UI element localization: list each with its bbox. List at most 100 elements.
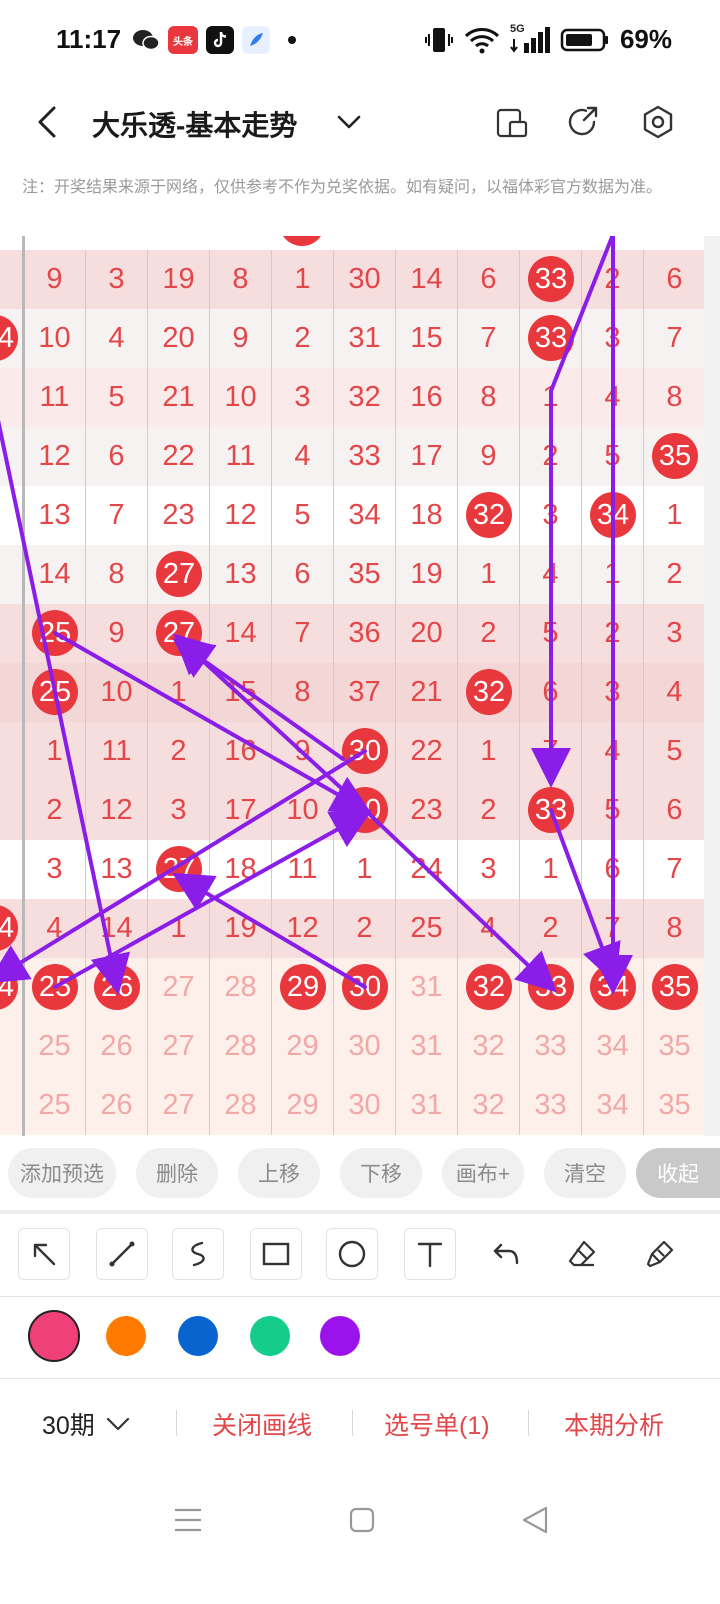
chart-cell[interactable]: 6 [644,781,704,840]
back-button[interactable] [30,102,66,142]
chart-cell[interactable]: 31 [396,1076,458,1135]
chart-cell[interactable]: 11 [86,722,148,781]
move-up-button[interactable]: 上移 [238,1148,320,1198]
chart-cell[interactable]: 5 [582,781,644,840]
number-ball[interactable]: 26 [94,964,140,1010]
chart-cell[interactable]: 5 [582,427,644,486]
chart-cell[interactable]: 1 [520,368,582,427]
number-ball[interactable]: 25 [32,610,78,656]
title-dropdown-button[interactable] [334,110,364,134]
chart-cell[interactable]: 17 [210,781,272,840]
share-button[interactable] [564,104,600,140]
chart-cell[interactable]: 1 [24,722,86,781]
collapse-button[interactable]: 收起 [636,1148,720,1198]
undo-button[interactable] [480,1228,532,1280]
chart-cell[interactable]: 7 [644,840,704,899]
chart-cell[interactable]: 1 [520,840,582,899]
chart-cell[interactable]: 3 [148,781,210,840]
chart-cell[interactable]: 14 [24,545,86,604]
chart-cell[interactable]: 25 [24,604,86,663]
number-ball[interactable]: 30 [342,728,388,774]
chart-cell[interactable]: 30 [334,958,396,1017]
canvas-add-button[interactable]: 画布+ [442,1148,524,1198]
number-ball[interactable]: 33 [528,256,574,302]
chart-cell[interactable]: 18 [210,840,272,899]
chart-cell[interactable]: 2 [582,250,644,309]
number-ball[interactable]: 34 [590,964,636,1010]
chart-cell[interactable]: 2 [272,309,334,368]
chart-cell[interactable]: 11 [272,840,334,899]
chart-cell[interactable]: 20 [396,604,458,663]
landscape-toggle-button[interactable] [494,104,530,140]
chart-cell[interactable]: 1 [148,899,210,958]
chart-cell[interactable]: 8 [86,545,148,604]
chart-cell[interactable]: 5 [86,368,148,427]
chart-cell[interactable]: 32 [458,486,520,545]
chart-cell[interactable]: 25 [24,663,86,722]
number-ball[interactable]: 25 [32,669,78,715]
chart-cell[interactable]: 4 [582,368,644,427]
chart-cell[interactable]: 33 [520,250,582,309]
chart-cell[interactable]: 27 [148,840,210,899]
chart-cell[interactable]: 2 [458,604,520,663]
chart-cell[interactable]: 7 [644,309,704,368]
chart-cell[interactable]: 1 [458,722,520,781]
chart-cell[interactable]: 5 [644,722,704,781]
chart-cell[interactable]: 32 [458,1076,520,1135]
chart-cell[interactable]: 15 [396,309,458,368]
eraser-button[interactable] [556,1228,608,1280]
number-ball[interactable]: 35 [652,433,698,479]
chart-cell[interactable]: 34 [582,486,644,545]
chart-cell[interactable]: 25 [24,1076,86,1135]
chart-cell[interactable]: 9 [272,722,334,781]
chart-cell[interactable]: 26 [86,1076,148,1135]
chart-cell[interactable]: 14 [210,604,272,663]
chart-cell[interactable]: 6 [272,545,334,604]
chart-cell[interactable]: 8 [644,899,704,958]
chart-cell[interactable]: 36 [334,604,396,663]
chart-cell[interactable]: 28 [210,1076,272,1135]
chart-cell[interactable]: 33 [520,1017,582,1076]
chart-cell[interactable]: 27 [148,958,210,1017]
chart-cell[interactable]: 6 [520,663,582,722]
chart-cell[interactable]: 4 [272,427,334,486]
chart-cell[interactable]: 32 [458,1017,520,1076]
chart-cell[interactable]: 7 [86,486,148,545]
chart-cell[interactable]: 3 [520,486,582,545]
chart-cell[interactable]: 13 [86,840,148,899]
chart-cell[interactable]: 4 [24,899,86,958]
number-ball[interactable]: 35 [652,964,698,1010]
chart-cell[interactable]: 7 [582,899,644,958]
chart-cell[interactable]: 30 [334,1076,396,1135]
chart-cell[interactable]: 10 [86,663,148,722]
chart-cell[interactable]: 14 [396,250,458,309]
chart-cell[interactable]: 2 [24,781,86,840]
chart-cell[interactable]: 21 [148,368,210,427]
color-swatch[interactable] [28,1310,80,1362]
chart-cell[interactable]: 19 [210,899,272,958]
number-ball[interactable]: 33 [528,315,574,361]
chart-cell[interactable]: 6 [86,427,148,486]
chart-cell[interactable]: 3 [582,309,644,368]
chart-cell[interactable]: 29 [272,1076,334,1135]
chart-cell[interactable]: 23 [396,781,458,840]
chart-cell[interactable]: 19 [396,545,458,604]
chart-cell[interactable]: 9 [24,250,86,309]
chart-cell[interactable]: 4 [86,309,148,368]
chart-cell[interactable]: 4 [520,545,582,604]
chart-cell[interactable]: 33 [520,1076,582,1135]
chart-cell[interactable]: 16 [396,368,458,427]
chart-cell[interactable]: 2 [520,899,582,958]
chart-cell[interactable]: 35 [644,958,704,1017]
chart-cell[interactable]: 2 [458,781,520,840]
chart-cell[interactable]: 33 [520,958,582,1017]
clear-button[interactable]: 清空 [544,1148,626,1198]
chart-cell[interactable]: 32 [458,958,520,1017]
chart-cell[interactable]: 3 [24,840,86,899]
page-title[interactable]: 大乐透-基本走势 [92,104,297,144]
arrow-tool-button[interactable] [18,1228,70,1280]
chart-cell[interactable]: 29 [272,1017,334,1076]
chart-cell[interactable]: 3 [86,250,148,309]
chart-cell[interactable]: 30 [334,1017,396,1076]
chart-cell[interactable]: 8 [644,368,704,427]
